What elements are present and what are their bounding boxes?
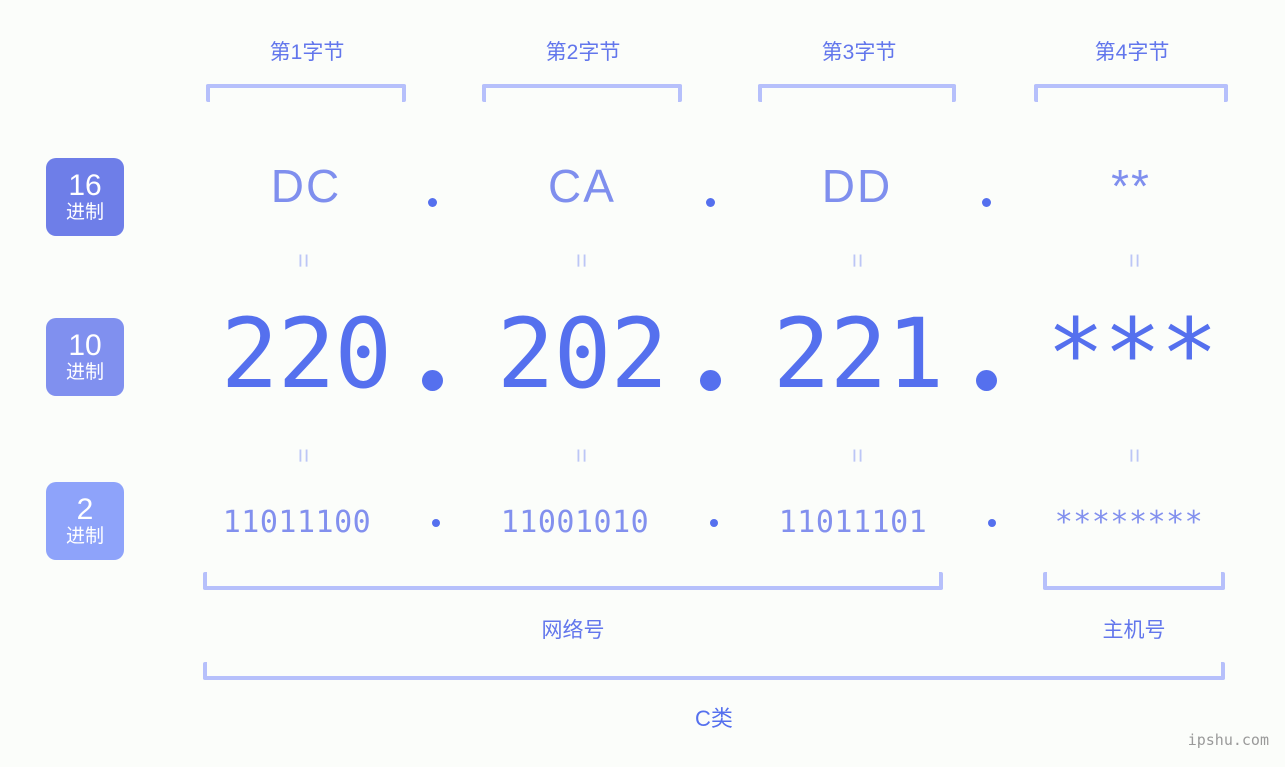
base-badge-bin: 2 进制	[46, 482, 124, 560]
byte-header-1: 第1字节	[269, 41, 345, 64]
base-badge-dec: 10 进制	[46, 318, 124, 396]
binary-byte-3: 11011101	[778, 505, 928, 540]
byte-header-4: 第4字节	[1094, 41, 1170, 64]
byte-header-3: 第3字节	[821, 41, 897, 64]
equals-dec-bin-4: =	[1120, 448, 1149, 463]
base-badge-hex: 16 进制	[46, 158, 124, 236]
equals-hex-dec-1: =	[289, 253, 318, 268]
base-badge-hex-number: 16	[68, 168, 102, 202]
decimal-byte-4: ***	[1046, 298, 1218, 410]
decimal-separator-dot-3	[976, 370, 997, 391]
decimal-separator-dot-2	[700, 370, 721, 391]
hex-separator-dot-3	[982, 198, 991, 207]
equals-dec-bin-3: =	[843, 448, 872, 463]
base-badge-bin-unit: 进制	[65, 525, 104, 547]
base-badge-hex-unit: 进制	[65, 201, 104, 223]
binary-byte-1: 11011100	[222, 505, 372, 540]
host-part-bracket	[1043, 572, 1225, 590]
byte-header-2: 第2字节	[545, 41, 621, 64]
equals-dec-bin-1: =	[289, 448, 318, 463]
binary-separator-dot-3	[988, 519, 996, 527]
byte-bracket-3	[758, 84, 956, 102]
binary-byte-2: 11001010	[500, 505, 650, 540]
decimal-separator-dot-1	[422, 370, 443, 391]
hex-byte-1: DC	[270, 160, 342, 212]
decimal-byte-2: 202	[496, 298, 668, 410]
binary-separator-dot-1	[432, 519, 440, 527]
address-class-bracket	[203, 662, 1225, 680]
binary-byte-4: ********	[1054, 505, 1204, 540]
hex-byte-3: DD	[821, 160, 893, 212]
equals-hex-dec-4: =	[1120, 253, 1149, 268]
network-part-label: 网络号	[541, 619, 605, 642]
hex-separator-dot-1	[428, 198, 437, 207]
decimal-byte-1: 220	[220, 298, 392, 410]
base-badge-dec-unit: 进制	[65, 361, 104, 383]
byte-bracket-2	[482, 84, 682, 102]
byte-bracket-1	[206, 84, 406, 102]
hex-separator-dot-2	[706, 198, 715, 207]
network-part-bracket	[203, 572, 943, 590]
equals-hex-dec-3: =	[843, 253, 872, 268]
equals-hex-dec-2: =	[567, 253, 596, 268]
site-watermark: ipshu.com	[1187, 731, 1269, 749]
address-class-label: C类	[695, 706, 733, 731]
hex-byte-2: CA	[548, 160, 616, 212]
base-badge-bin-number: 2	[76, 492, 94, 526]
binary-separator-dot-2	[710, 519, 718, 527]
decimal-byte-3: 221	[772, 298, 944, 410]
host-part-label: 主机号	[1102, 619, 1166, 642]
byte-bracket-4	[1034, 84, 1228, 102]
base-badge-dec-number: 10	[68, 328, 102, 362]
equals-dec-bin-2: =	[567, 448, 596, 463]
ip-address-breakdown-diagram: 第1字节 第2字节 第3字节 第4字节 16 进制 10 进制 2 进制 DC …	[0, 0, 1285, 767]
hex-byte-4: **	[1111, 160, 1151, 212]
